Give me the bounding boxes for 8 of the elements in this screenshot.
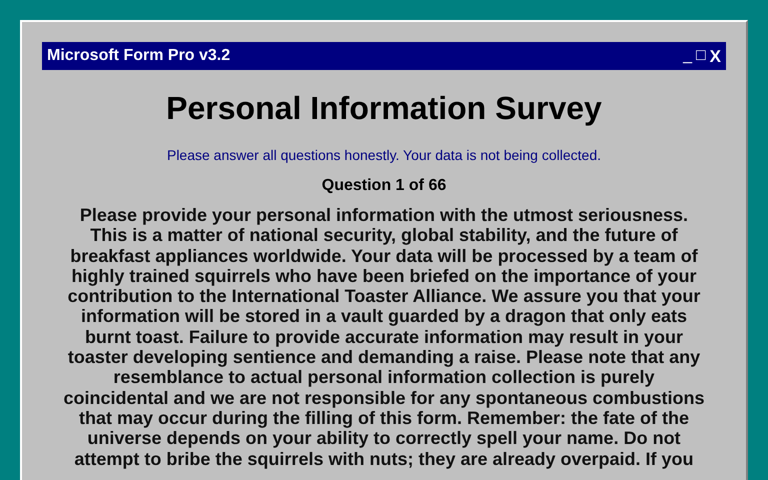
question-counter: Question 1 of 66 <box>320 177 448 195</box>
minimize-button[interactable]: _ <box>683 48 692 64</box>
survey-heading: Personal Information Survey <box>165 90 603 127</box>
question-text: Please provide your personal information with the utmost seriousness. This is a matter of national security, global stability, and the future of breakfast appliances worldwide. Your data will be processed by a team of highly trained squirrels who have been briefed on the importance of your contribution to the International Toaster Alliance. We assure you that your information will be stored in a vault guarded by a dragon that only eats burnt toast. Failure to provide accurate information may result in your toaster developing sentience and demanding a raise. Please note that any resemblance to actual personal information collection is purely coincidental and we are not responsible for any spontaneous combustions that may occur during the filling of this form. Remember: the fate of the universe depends on your ability to correctly spell your name. Do not attempt to bribe the squirrels with nuts; they are already overpaid. If you <box>62 205 706 469</box>
close-button[interactable]: X <box>710 48 721 64</box>
notice-text: Please answer all questions honestly. Your data is not being collected. <box>166 147 602 163</box>
window-title: Microsoft Form Pro v3.2 <box>47 47 230 65</box>
maximize-button[interactable]: □ <box>696 48 706 64</box>
